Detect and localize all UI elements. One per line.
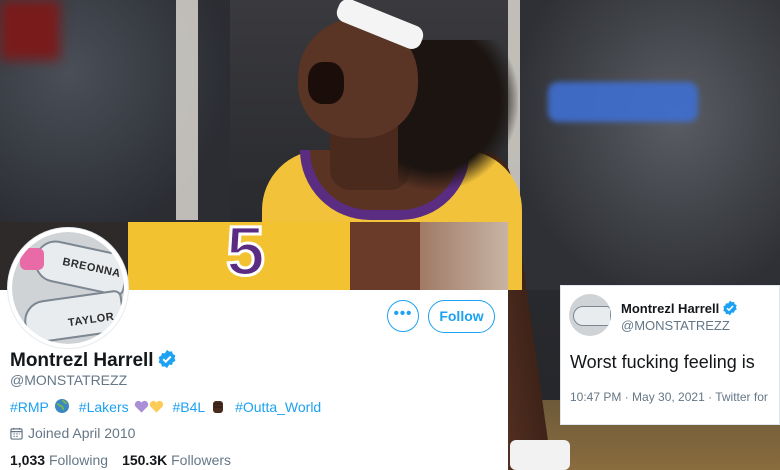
followers-link[interactable]: 150.3K Followers [122, 452, 231, 468]
hashtag-rmp[interactable]: #RMP [10, 399, 70, 415]
banner-jersey-number: 5 [225, 222, 267, 290]
profile-bio: #RMP #Lakers #B4L #Outta_World [10, 398, 326, 415]
avatar-shoe [573, 306, 611, 326]
calendar-icon [10, 427, 23, 440]
player-shorts [510, 440, 570, 470]
hashtag-b4l[interactable]: #B4L [173, 399, 227, 415]
arena-pillar [176, 0, 198, 220]
yellow-heart-icon [149, 400, 163, 413]
tweet-author-name[interactable]: Montrezl Harrell [621, 301, 719, 316]
twitter-profile-card: 5 BREONNA TAYLOR ••• Follow Montrezl Har… [0, 222, 508, 470]
tweet-author-name-row: Montrezl Harrell [621, 300, 738, 316]
more-options-button[interactable]: ••• [387, 300, 419, 332]
player-mouth [308, 62, 344, 104]
arena-seats [520, 0, 780, 290]
followers-count: 150.3K [122, 452, 168, 468]
hashtag-text: #Lakers [78, 399, 129, 415]
joined-date: Joined April 2010 [28, 425, 136, 441]
profile-handle: @MONSTATREZZ [10, 372, 128, 388]
avatar-image: BREONNA TAYLOR [12, 232, 124, 344]
verified-badge-icon [723, 300, 737, 316]
hashtag-outta-world[interactable]: #Outta_World [235, 399, 321, 415]
banner-arm [350, 222, 420, 290]
hashtag-lakers[interactable]: #Lakers [79, 399, 164, 415]
profile-avatar[interactable]: BREONNA TAYLOR [8, 228, 128, 348]
tweet-text: Worst fucking feeling is [570, 352, 755, 372]
follow-stats: 1,033 Following 150.3K Followers [10, 452, 231, 468]
banner-person [420, 222, 508, 290]
following-link[interactable]: 1,033 Following [10, 452, 108, 468]
raised-fist-icon [213, 401, 224, 413]
verified-badge-icon [158, 349, 175, 369]
following-label: Following [48, 452, 109, 468]
followers-label: Followers [171, 452, 232, 468]
purple-heart-icon [134, 400, 148, 413]
hashtag-text: #B4L [172, 399, 206, 415]
tweet-author-handle[interactable]: @MONSTATREZZ [621, 318, 730, 333]
hashtag-text: #RMP [10, 399, 49, 415]
joined-date-row: Joined April 2010 [10, 425, 135, 441]
tweet-author-avatar[interactable] [569, 294, 611, 336]
following-count: 1,033 [10, 452, 46, 468]
follow-button[interactable]: Follow [428, 300, 495, 333]
arena-red-light [0, 0, 60, 60]
tweet-timestamp[interactable]: 10:47 PM · May 30, 2021 · Twitter for [570, 390, 768, 404]
avatar-shoe-accent [20, 248, 44, 270]
profile-name-row: Montrezl Harrell [10, 349, 177, 372]
tweet-card[interactable]: Montrezl Harrell @MONSTATREZZ Worst fuck… [560, 285, 780, 425]
profile-display-name: Montrezl Harrell [10, 350, 154, 371]
blue-object [548, 82, 698, 122]
globe-icon [54, 399, 69, 413]
